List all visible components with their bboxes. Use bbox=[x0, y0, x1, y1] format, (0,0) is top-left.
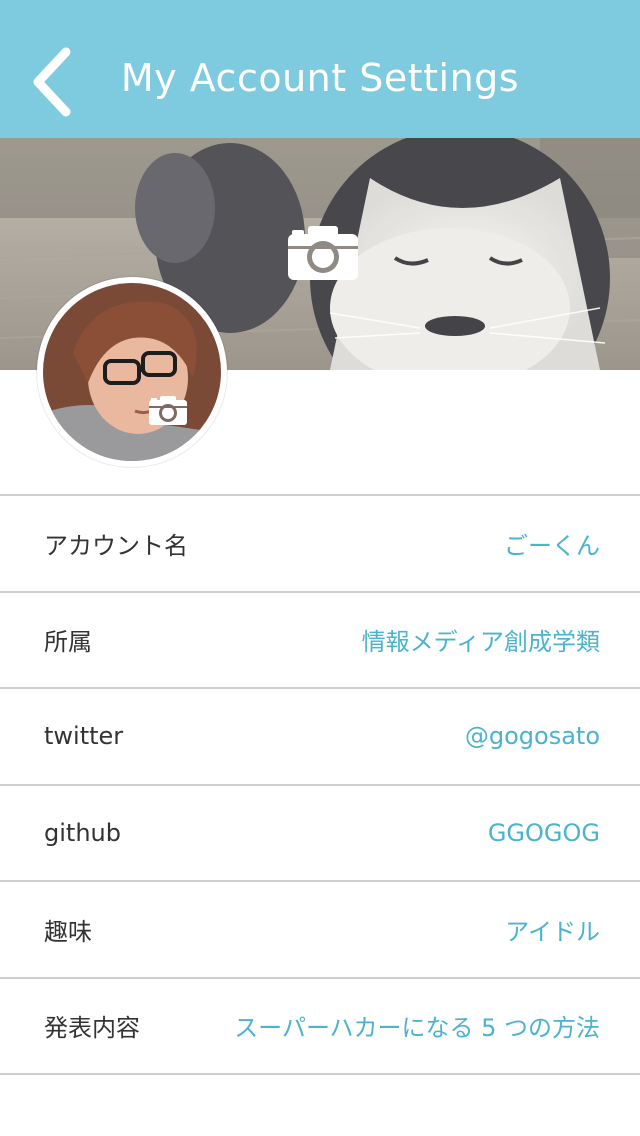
navigation-bar: My Account Settings bbox=[0, 0, 640, 138]
cover-camera-icon[interactable] bbox=[286, 222, 360, 282]
setting-value: @gogosato bbox=[464, 722, 600, 751]
settings-list: アカウント名 ごーくん 所属 情報メディア創成学類 twitter @gogos… bbox=[0, 494, 640, 1075]
avatar-camera-icon[interactable] bbox=[148, 394, 188, 426]
setting-label: 発表内容 bbox=[44, 1014, 140, 1043]
avatar-image bbox=[43, 283, 221, 461]
setting-value: アイドル bbox=[505, 917, 600, 946]
setting-label: アカウント名 bbox=[44, 531, 188, 560]
setting-row-presentation[interactable]: 発表内容 スーパーハカーになる 5 つの方法 bbox=[0, 979, 640, 1075]
setting-row-affiliation[interactable]: 所属 情報メディア創成学類 bbox=[0, 593, 640, 689]
setting-row-github[interactable]: github GGOGOG bbox=[0, 786, 640, 882]
setting-row-account-name[interactable]: アカウント名 ごーくん bbox=[0, 496, 640, 593]
setting-label: github bbox=[44, 818, 121, 847]
setting-label: 趣味 bbox=[44, 917, 92, 946]
setting-row-twitter[interactable]: twitter @gogosato bbox=[0, 689, 640, 786]
setting-value: GGOGOG bbox=[487, 818, 600, 847]
setting-value: 情報メディア創成学類 bbox=[361, 628, 600, 657]
setting-value: ごーくん bbox=[504, 531, 600, 560]
setting-label: 所属 bbox=[44, 628, 92, 657]
setting-row-hobby[interactable]: 趣味 アイドル bbox=[0, 882, 640, 979]
setting-value: スーパーハカーになる 5 つの方法 bbox=[234, 1014, 600, 1043]
avatar[interactable] bbox=[37, 277, 227, 467]
page-title: My Account Settings bbox=[120, 56, 520, 100]
setting-label: twitter bbox=[44, 722, 124, 751]
